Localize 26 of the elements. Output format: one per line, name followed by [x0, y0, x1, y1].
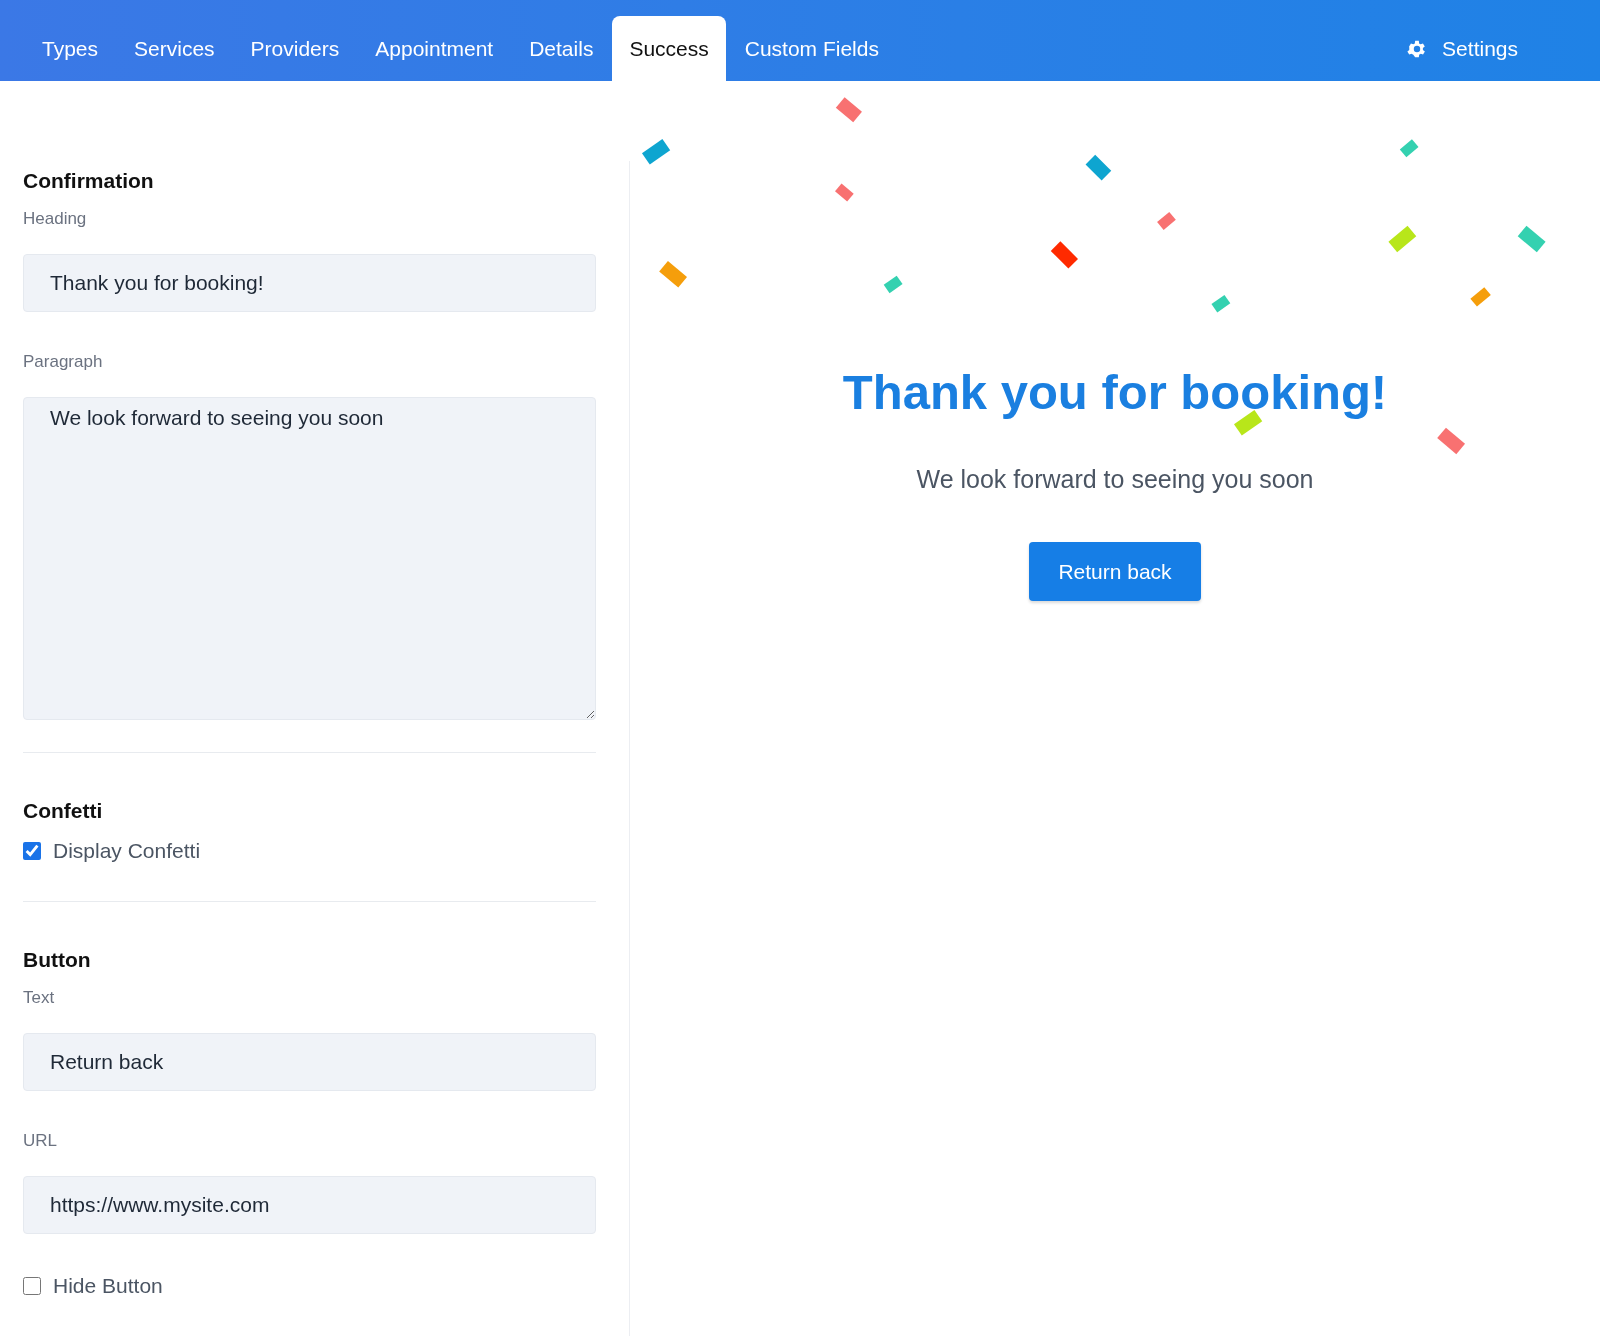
nav-tab[interactable]: Appointment [358, 16, 511, 81]
field-label: Heading [23, 209, 87, 229]
heading-input-field[interactable]: Thank you for booking! [23, 254, 596, 312]
checkbox-label: Hide Button [53, 1274, 163, 1298]
nav-tab[interactable]: Types [25, 16, 116, 81]
field-label: URL [23, 1131, 57, 1151]
paragraph-text-area[interactable]: We look forward to seeing you soon [23, 397, 596, 720]
button-text-input-field[interactable]: Return back [23, 1033, 596, 1091]
nav-tab[interactable]: Providers [233, 16, 357, 81]
nav-tab[interactable]: Success [612, 16, 726, 81]
section-title: Confirmation [23, 168, 154, 193]
nav-tab[interactable]: Services [117, 16, 232, 81]
settings-button[interactable]: Settings [1396, 16, 1578, 81]
section-title: Button [23, 947, 91, 972]
success-heading: Thank you for booking! [842, 364, 1388, 420]
url-input-field[interactable]: https://www.mysite.com [23, 1176, 596, 1234]
nav-tab[interactable]: Details [512, 16, 611, 81]
checkbox[interactable] [23, 1277, 41, 1295]
checkbox[interactable] [23, 842, 41, 860]
section-title: Confetti [23, 798, 103, 823]
success-message: We look forward to seeing you soon [916, 465, 1314, 494]
nav-tab[interactable]: Custom Fields [727, 16, 896, 81]
field-label: Paragraph [23, 352, 103, 372]
return-button[interactable]: Return back [1029, 542, 1201, 601]
checkbox-label: Display Confetti [53, 839, 201, 863]
field-label: Text [23, 988, 55, 1008]
